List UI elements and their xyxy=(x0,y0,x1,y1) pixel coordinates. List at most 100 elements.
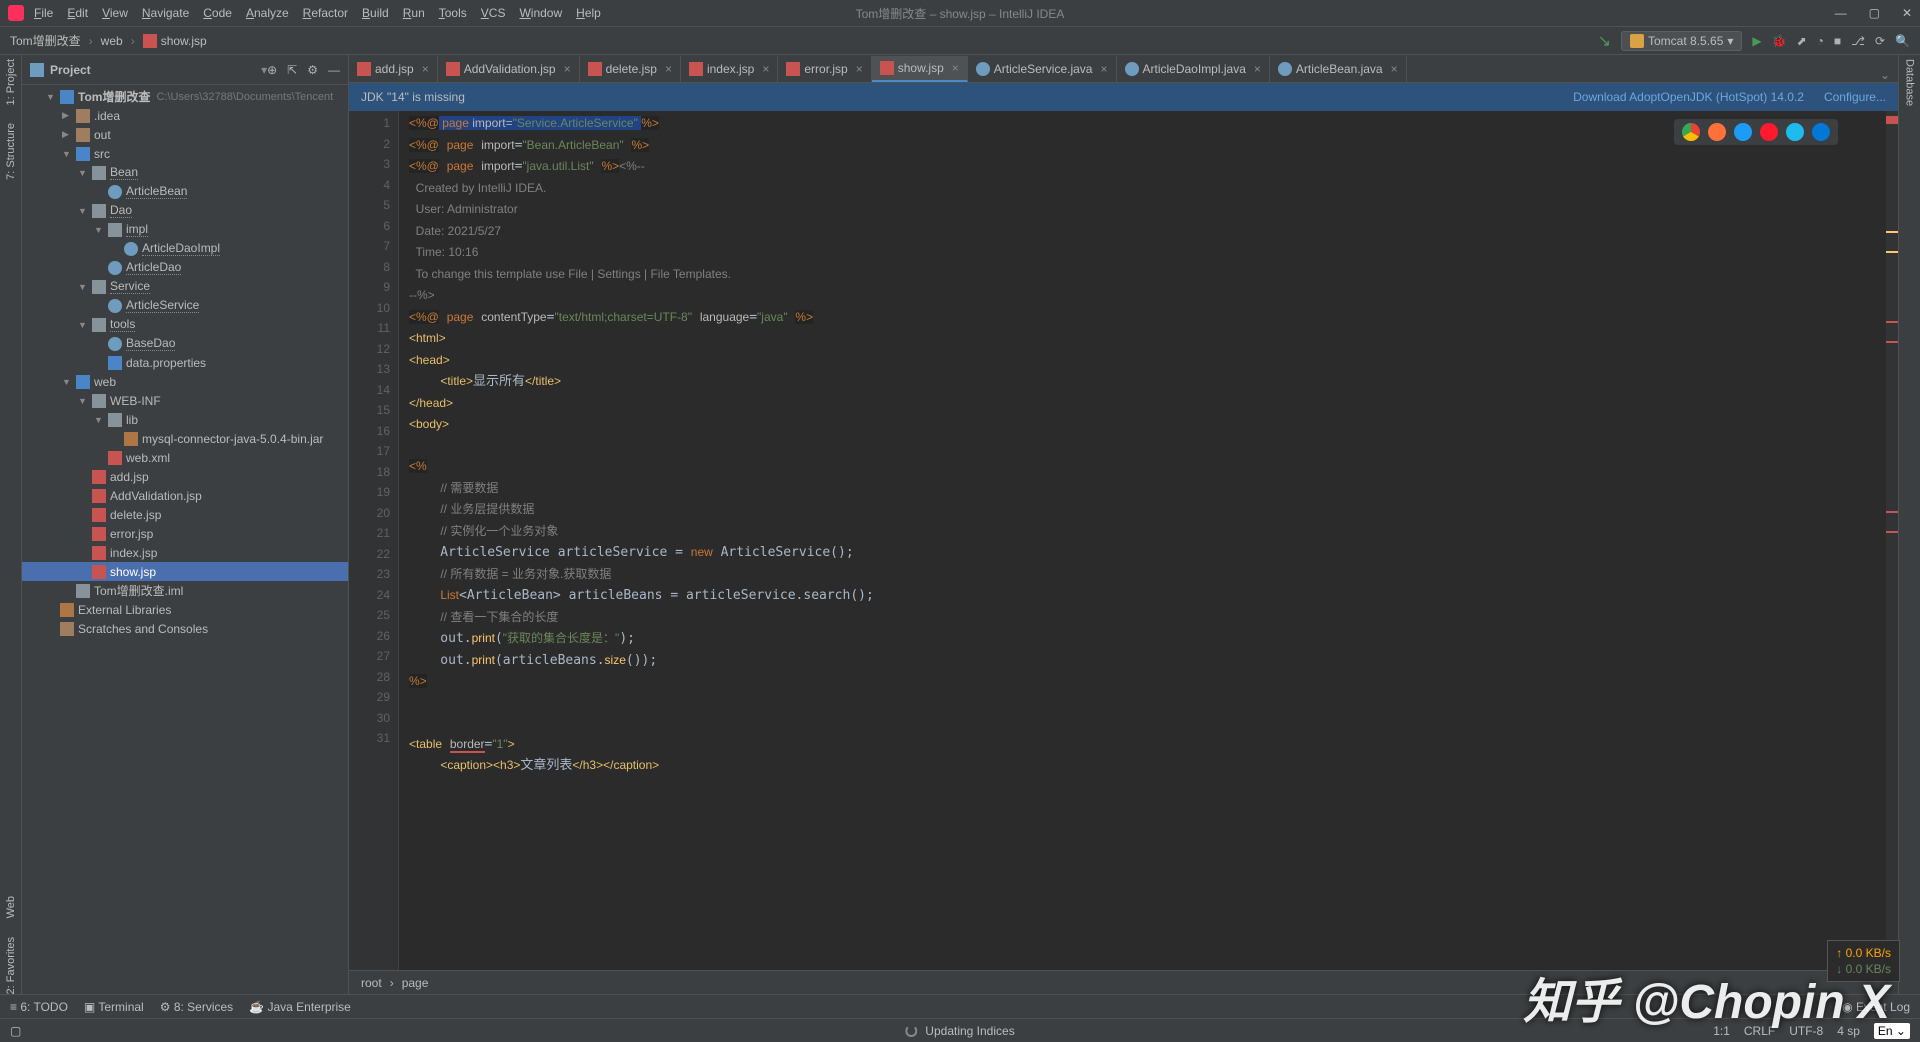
crumb-page[interactable]: page xyxy=(402,976,429,990)
profiler-button[interactable]: ◔ xyxy=(1817,34,1824,48)
tree-item[interactable]: add.jsp xyxy=(22,467,348,486)
line-gutter[interactable]: 1234567891011121314151617181920212223242… xyxy=(349,111,399,970)
editor-tab[interactable]: ArticleService.java× xyxy=(968,56,1117,82)
tree-item[interactable]: ▼WEB-INF xyxy=(22,391,348,410)
line-number[interactable]: 3 xyxy=(349,154,390,175)
line-number[interactable]: 18 xyxy=(349,462,390,483)
hide-icon[interactable]: — xyxy=(328,63,340,77)
locate-icon[interactable]: ⊕ xyxy=(267,63,277,77)
menu-tools[interactable]: Tools xyxy=(439,6,467,20)
line-number[interactable]: 31 xyxy=(349,728,390,749)
tree-item[interactable]: BaseDao xyxy=(22,334,348,353)
tool-project[interactable]: 1: Project xyxy=(5,59,17,105)
line-number[interactable]: 6 xyxy=(349,216,390,237)
tree-item[interactable]: data.properties xyxy=(22,353,348,372)
line-number[interactable]: 30 xyxy=(349,708,390,729)
line-number[interactable]: 17 xyxy=(349,441,390,462)
close-tab-icon[interactable]: × xyxy=(1100,62,1107,76)
close-tab-icon[interactable]: × xyxy=(762,62,769,76)
menu-refactor[interactable]: Refactor xyxy=(303,6,348,20)
editor-tab[interactable]: index.jsp× xyxy=(681,56,778,82)
line-number[interactable]: 25 xyxy=(349,605,390,626)
tree-item[interactable]: show.jsp xyxy=(22,562,348,581)
close-tab-icon[interactable]: × xyxy=(665,62,672,76)
editor-tab[interactable]: error.jsp× xyxy=(778,56,871,82)
tree-item[interactable]: ▼web xyxy=(22,372,348,391)
tree-item[interactable]: ▼tools xyxy=(22,315,348,334)
update-button[interactable]: ⟳ xyxy=(1875,34,1885,48)
more-tabs-icon[interactable]: ⌄ xyxy=(1872,68,1898,82)
minimize-icon[interactable]: — xyxy=(1835,6,1847,20)
line-number[interactable]: 10 xyxy=(349,298,390,319)
tool-javaee[interactable]: ☕ Java Enterprise xyxy=(249,1000,351,1014)
tree-item[interactable]: ▼src xyxy=(22,144,348,163)
edge-icon[interactable] xyxy=(1812,123,1830,141)
tree-item[interactable]: AddValidation.jsp xyxy=(22,486,348,505)
line-number[interactable]: 7 xyxy=(349,236,390,257)
tree-item[interactable]: ArticleDaoImpl xyxy=(22,239,348,258)
chrome-icon[interactable] xyxy=(1682,123,1700,141)
tree-item[interactable]: ▶out xyxy=(22,125,348,144)
tree-toggle-icon[interactable]: ▼ xyxy=(78,396,88,406)
close-tab-icon[interactable]: × xyxy=(856,62,863,76)
line-number[interactable]: 8 xyxy=(349,257,390,278)
line-number[interactable]: 24 xyxy=(349,585,390,606)
tree-toggle-icon[interactable]: ▶ xyxy=(62,129,72,140)
line-number[interactable]: 20 xyxy=(349,503,390,524)
build-icon[interactable]: ↘ xyxy=(1598,31,1611,51)
tree-item[interactable]: ▶.idea xyxy=(22,106,348,125)
line-number[interactable]: 16 xyxy=(349,421,390,442)
editor-tab[interactable]: add.jsp× xyxy=(349,56,438,82)
toggle-tools-icon[interactable]: ▢ xyxy=(10,1024,21,1038)
debug-button[interactable]: 🐞 xyxy=(1772,34,1787,48)
line-number[interactable]: 15 xyxy=(349,400,390,421)
line-number[interactable]: 14 xyxy=(349,380,390,401)
close-tab-icon[interactable]: × xyxy=(422,62,429,76)
tool-database[interactable]: Database xyxy=(1904,59,1916,106)
tree-toggle-icon[interactable]: ▼ xyxy=(94,225,104,235)
tree-item[interactable]: ▼Service xyxy=(22,277,348,296)
editor-tab[interactable]: show.jsp× xyxy=(872,56,968,82)
tree-item[interactable]: ▼Tom增删改查C:\Users\32788\Documents\Tencent xyxy=(22,87,348,106)
tree-item[interactable]: index.jsp xyxy=(22,543,348,562)
editor-tab[interactable]: delete.jsp× xyxy=(580,56,681,82)
line-number[interactable]: 9 xyxy=(349,277,390,298)
line-number[interactable]: 1 xyxy=(349,113,390,134)
run-config-selector[interactable]: Tomcat 8.5.65 ▾ xyxy=(1621,31,1742,51)
tree-item[interactable]: External Libraries xyxy=(22,600,348,619)
breadcrumb-file[interactable]: show.jsp xyxy=(161,34,207,48)
line-number[interactable]: 13 xyxy=(349,359,390,380)
tool-todo[interactable]: ≡ 6: TODO xyxy=(10,1000,68,1014)
line-number[interactable]: 12 xyxy=(349,339,390,360)
line-number[interactable]: 5 xyxy=(349,195,390,216)
configure-link[interactable]: Configure... xyxy=(1824,90,1886,104)
tool-web[interactable]: Web xyxy=(5,896,17,918)
tree-item[interactable]: ▼lib xyxy=(22,410,348,429)
tree-item[interactable]: Scratches and Consoles xyxy=(22,619,348,638)
editor-tab[interactable]: ArticleBean.java× xyxy=(1270,56,1407,82)
tree-toggle-icon[interactable]: ▼ xyxy=(46,92,56,102)
tool-favorites[interactable]: 2: Favorites xyxy=(5,937,17,994)
tree-toggle-icon[interactable]: ▼ xyxy=(78,206,88,216)
crumb-root[interactable]: root xyxy=(361,976,382,990)
line-number[interactable]: 27 xyxy=(349,646,390,667)
menu-analyze[interactable]: Analyze xyxy=(246,6,289,20)
firefox-icon[interactable] xyxy=(1708,123,1726,141)
tree-toggle-icon[interactable]: ▼ xyxy=(62,377,72,387)
close-tab-icon[interactable]: × xyxy=(564,62,571,76)
line-number[interactable]: 11 xyxy=(349,318,390,339)
menu-help[interactable]: Help xyxy=(576,6,601,20)
tree-item[interactable]: ArticleDao xyxy=(22,258,348,277)
menu-edit[interactable]: Edit xyxy=(67,6,88,20)
menu-navigate[interactable]: Navigate xyxy=(142,6,189,20)
line-number[interactable]: 23 xyxy=(349,564,390,585)
download-jdk-link[interactable]: Download AdoptOpenJDK (HotSpot) 14.0.2 xyxy=(1573,90,1804,104)
tree-item[interactable]: ▼Dao xyxy=(22,201,348,220)
tree-toggle-icon[interactable]: ▼ xyxy=(78,168,88,178)
error-stripe[interactable] xyxy=(1886,111,1898,970)
line-number[interactable]: 19 xyxy=(349,482,390,503)
coverage-button[interactable]: ⬈ xyxy=(1797,34,1807,48)
tree-toggle-icon[interactable]: ▼ xyxy=(62,149,72,159)
opera-icon[interactable] xyxy=(1760,123,1778,141)
close-icon[interactable]: ✕ xyxy=(1902,6,1912,20)
